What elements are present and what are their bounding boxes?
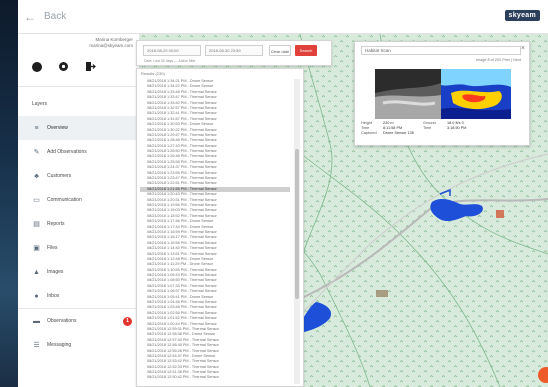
sidebar-item-label: Customers — [47, 173, 72, 179]
map-action-button[interactable] — [538, 367, 548, 383]
sidebar-item-layers[interactable]: Layers — [18, 92, 140, 116]
inbox-icon: ● — [34, 292, 39, 300]
sidebar-item-label: Messaging — [47, 342, 72, 348]
sidebar-item-label: Files — [47, 245, 58, 251]
image-pager[interactable]: Image 8 of 200 Prev | Next — [476, 58, 521, 62]
app-window: ← Back skyeam Marina Kornberger marina@s… — [18, 0, 548, 387]
sidebar-item-label: Inbox — [47, 293, 60, 299]
close-icon[interactable]: × — [521, 45, 525, 52]
date-to-input[interactable]: 2018-08-30 23:59 — [205, 45, 263, 56]
detail-row: Captured Drone Sensor 135 — [361, 131, 525, 136]
detail-value: 3:18:50 PM — [447, 126, 467, 130]
customers-icon: ♣ — [34, 172, 39, 180]
quick-actions — [30, 60, 97, 73]
brand-logo: skyeam — [504, 10, 540, 21]
thermal-image[interactable] — [441, 69, 511, 119]
reports-icon: ▤ — [33, 221, 40, 228]
sidebar-item-label: Reports — [47, 221, 65, 227]
sidebar-item-label: Add Observations — [47, 149, 87, 155]
settings-icon[interactable] — [57, 60, 70, 73]
user-email: marina@skyeam.com — [89, 43, 133, 48]
desktop-background — [0, 0, 18, 387]
filter-hint: Date: Last 30 days — Active filter — [144, 59, 196, 63]
layer-select[interactable]: Habitat Scan — [361, 46, 521, 55]
list-item[interactable]: 08/21/2018 12:50:42 PM - Thermal Sensor — [140, 375, 290, 380]
sidebar-item-customers[interactable]: ♣ Customers — [18, 164, 140, 188]
sidebar-item-add-observations[interactable]: ✎ Add Observations — [18, 140, 140, 164]
back-button[interactable]: ← Back — [24, 10, 66, 24]
results-title: Results (230) — [141, 71, 165, 76]
images-icon: ▲ — [33, 268, 40, 276]
sidebar-item-communication[interactable]: ▭ Communication — [18, 188, 140, 212]
communication-icon: ▭ — [33, 197, 40, 204]
sidebar-item-files[interactable]: ▣ Files — [18, 236, 140, 260]
user-info: Marina Kornberger marina@skyeam.com — [89, 37, 133, 49]
observation-details-table: Height 230 m Ground 18.0 ft/s 0 Time 8:1… — [361, 121, 525, 136]
logout-icon[interactable] — [84, 60, 97, 73]
observations-icon: ▬ — [33, 317, 40, 325]
sidebar-item-overview[interactable]: ≡ Overview — [18, 116, 140, 140]
sidebar-item-label: Communication — [47, 197, 82, 203]
sidebar-item-reports[interactable]: ▤ Reports — [18, 212, 140, 236]
globe-icon[interactable] — [30, 60, 43, 73]
sidebar-item-images[interactable]: ▲ Images — [18, 260, 140, 284]
sidebar-item-label: Observations — [47, 318, 77, 324]
detail-key: Captured — [361, 131, 377, 135]
search-button[interactable]: Search — [295, 45, 317, 56]
add-observation-icon: ✎ — [33, 149, 40, 156]
date-filter-panel: 2018-08-29 00:00 2018-08-30 23:59 Clear … — [136, 40, 332, 66]
sidebar-divider — [18, 86, 140, 87]
results-panel: Results (230) 08/21/2018 1:34:21 PM - Dr… — [136, 68, 304, 387]
sidebar: Marina Kornberger marina@skyeam.com Laye… — [18, 34, 140, 387]
sidebar-item-label: Images — [47, 269, 64, 275]
sidebar-item-messaging[interactable]: ☰ Messaging — [18, 333, 140, 357]
sidebar-nav: Layers ≡ Overview ✎ Add Observations ♣ C… — [18, 92, 140, 357]
top-bar: ← Back skyeam — [18, 0, 548, 34]
observation-photo[interactable] — [375, 69, 441, 119]
files-icon: ▣ — [33, 245, 40, 252]
date-from-input[interactable]: 2018-08-29 00:00 — [143, 45, 201, 56]
messaging-icon: ☰ — [33, 342, 40, 349]
sidebar-item-label: Layers — [32, 101, 48, 107]
results-scrollbar[interactable] — [294, 79, 300, 384]
clear-date-button[interactable]: Clear date — [269, 45, 291, 56]
detail-key: Time — [423, 126, 432, 130]
detail-value: Drone Sensor 135 — [383, 131, 414, 135]
sidebar-item-observations[interactable]: ▬ Observations 1 — [18, 309, 140, 333]
back-label: Back — [44, 11, 67, 22]
results-list: 08/21/2018 1:34:21 PM - Drone Sensor 08/2… — [140, 79, 290, 381]
overview-icon: ≡ — [34, 124, 39, 132]
sidebar-item-inbox[interactable]: ● Inbox — [18, 284, 140, 308]
scrollbar-thumb[interactable] — [295, 149, 299, 299]
sidebar-item-label: Overview — [47, 125, 68, 131]
observation-detail-card: Habitat Scan × Image 8 of 200 Prev | Nex… — [354, 41, 530, 146]
arrow-left-icon: ← — [24, 9, 36, 24]
notification-badge: 1 — [123, 316, 132, 326]
